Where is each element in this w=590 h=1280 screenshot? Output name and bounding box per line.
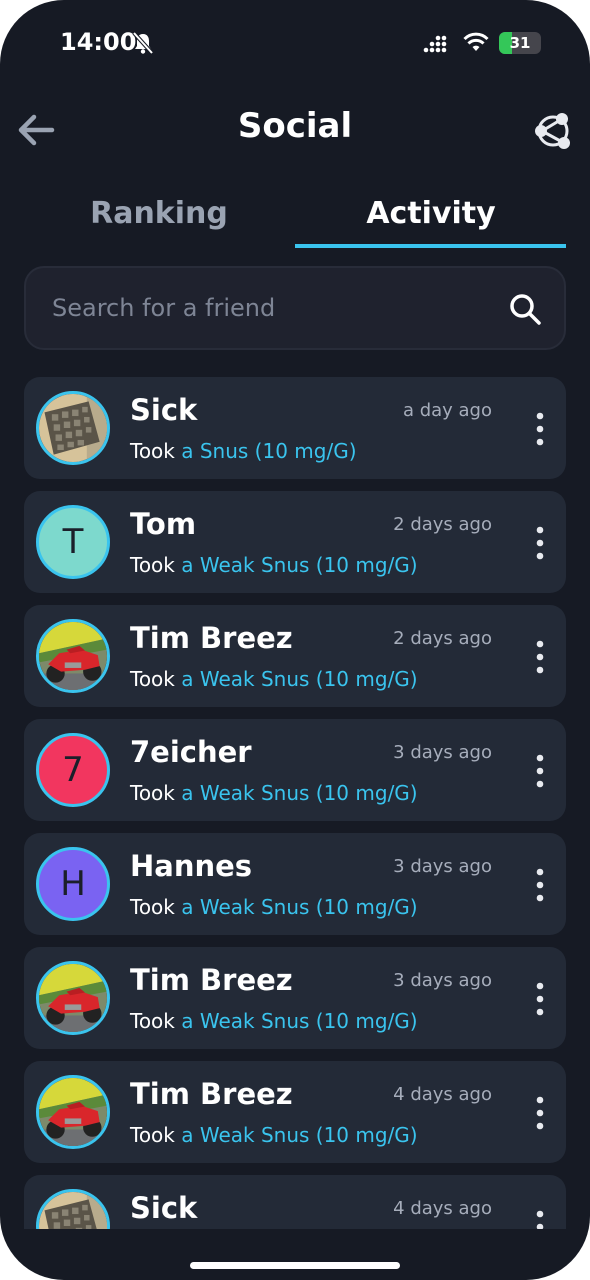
search-icon[interactable] bbox=[508, 292, 542, 326]
avatar[interactable]: T bbox=[36, 505, 110, 579]
avatar[interactable]: H bbox=[36, 847, 110, 921]
activity-action: Took bbox=[130, 781, 175, 805]
activity-description: Took a Weak Snus (10 mg/G) bbox=[130, 1123, 418, 1147]
avatar-initial: T bbox=[62, 522, 84, 562]
home-indicator[interactable] bbox=[190, 1262, 400, 1269]
user-name: 7eicher bbox=[130, 735, 252, 769]
status-bar: 14:00 31 bbox=[0, 0, 590, 90]
more-options-icon[interactable] bbox=[532, 867, 548, 903]
product-link[interactable]: a Weak Snus (10 mg/G) bbox=[181, 667, 417, 691]
avatar[interactable] bbox=[36, 619, 110, 693]
tab-activity[interactable]: Activity bbox=[296, 196, 566, 248]
avatar[interactable] bbox=[36, 1075, 110, 1149]
product-link[interactable]: a Weak Snus (10 mg/G) bbox=[181, 1123, 417, 1147]
activity-action: Took bbox=[130, 439, 175, 463]
more-options-icon[interactable] bbox=[532, 1209, 548, 1229]
user-name: Sick bbox=[130, 1191, 198, 1225]
activity-time: 2 days ago bbox=[393, 628, 492, 649]
activity-description: Took a Weak Snus (10 mg/G) bbox=[130, 667, 418, 691]
activity-time: 4 days ago bbox=[393, 1198, 492, 1219]
page-title: Social bbox=[237, 106, 353, 146]
activity-card[interactable]: Tim Breez 4 days ago Took a Weak Snus (10 … bbox=[24, 1061, 566, 1163]
avatar-photo bbox=[39, 622, 107, 690]
user-name: Hannes bbox=[130, 849, 253, 883]
search-bar bbox=[24, 266, 566, 350]
wifi-icon bbox=[463, 32, 489, 51]
activity-feed: Sick a day ago Took a Snus (10 mg/G) T Tom 2 … bbox=[24, 377, 566, 1229]
more-options-icon[interactable] bbox=[532, 639, 548, 675]
avatar-photo bbox=[39, 1078, 107, 1146]
product-link[interactable]: a Weak Snus (10 mg/G) bbox=[181, 553, 417, 577]
activity-card[interactable]: Sick4 days agoTook a Snus (10 mg/G) bbox=[24, 1175, 566, 1229]
activity-description: Took a Weak Snus (10 mg/G) bbox=[130, 1009, 418, 1033]
avatar-photo bbox=[39, 964, 107, 1032]
activity-card[interactable]: H Hannes 3 days ago Took a Weak Snus (10 mg… bbox=[24, 833, 566, 935]
avatar-initial: 7 bbox=[62, 750, 84, 790]
activity-action: Took bbox=[130, 667, 175, 691]
user-name: Tim Breez bbox=[130, 963, 293, 997]
avatar-photo bbox=[39, 394, 107, 462]
activity-description: Took a Snus (10 mg/G) bbox=[130, 439, 357, 463]
activity-action: Took bbox=[130, 895, 175, 919]
activity-card[interactable]: T Tom 2 days ago Took a Weak Snus (10 mg/G) bbox=[24, 491, 566, 593]
cellular-signal-icon bbox=[423, 35, 447, 53]
phone-screen: 14:00 31 Social Ranking Activity Search … bbox=[0, 0, 590, 1280]
avatar[interactable] bbox=[36, 391, 110, 465]
activity-description: Took a Weak Snus (10 mg/G) bbox=[130, 553, 418, 577]
activity-action: Took bbox=[130, 1123, 175, 1147]
activity-time: 2 days ago bbox=[393, 514, 492, 535]
activity-card[interactable]: 7 7eicher 3 days ago Took a Weak Snus (10 m… bbox=[24, 719, 566, 821]
share-icon[interactable] bbox=[532, 110, 574, 152]
avatar-initial: H bbox=[60, 864, 86, 904]
tab-ranking[interactable]: Ranking bbox=[24, 196, 294, 248]
more-options-icon[interactable] bbox=[532, 1095, 548, 1131]
active-tab-indicator bbox=[295, 244, 566, 248]
user-name: Tom bbox=[130, 507, 197, 541]
activity-card[interactable]: Tim Breez 2 days ago Took a Weak Snus (10 … bbox=[24, 605, 566, 707]
activity-description: Took a Weak Snus (10 mg/G) bbox=[130, 895, 418, 919]
activity-card[interactable]: Tim Breez 3 days ago Took a Weak Snus (10 … bbox=[24, 947, 566, 1049]
avatar-photo bbox=[39, 1192, 107, 1229]
activity-action: Took bbox=[130, 553, 175, 577]
status-time: 14:00 bbox=[60, 28, 137, 56]
activity-time: 3 days ago bbox=[393, 970, 492, 991]
user-name: Sick bbox=[130, 393, 198, 427]
more-options-icon[interactable] bbox=[532, 753, 548, 789]
more-options-icon[interactable] bbox=[532, 411, 548, 447]
activity-time: 3 days ago bbox=[393, 742, 492, 763]
product-link[interactable]: a Weak Snus (10 mg/G) bbox=[181, 781, 417, 805]
user-name: Tim Breez bbox=[130, 621, 293, 655]
bell-muted-icon bbox=[132, 31, 154, 55]
avatar[interactable] bbox=[36, 961, 110, 1035]
activity-description: Took a Weak Snus (10 mg/G) bbox=[130, 781, 418, 805]
search-input[interactable] bbox=[52, 288, 482, 328]
product-link[interactable]: a Weak Snus (10 mg/G) bbox=[181, 895, 417, 919]
product-link[interactable]: a Weak Snus (10 mg/G) bbox=[181, 1009, 417, 1033]
activity-time: a day ago bbox=[402, 400, 492, 421]
more-options-icon[interactable] bbox=[532, 525, 548, 561]
product-link[interactable]: a Snus (10 mg/G) bbox=[181, 439, 356, 463]
activity-card[interactable]: Sick a day ago Took a Snus (10 mg/G) bbox=[24, 377, 566, 479]
avatar[interactable]: 7 bbox=[36, 733, 110, 807]
activity-time: 3 days ago bbox=[393, 856, 492, 877]
battery-indicator: 31 bbox=[499, 32, 541, 54]
more-options-icon[interactable] bbox=[532, 981, 548, 1017]
activity-action: Took bbox=[130, 1009, 175, 1033]
user-name: Tim Breez bbox=[130, 1077, 293, 1111]
battery-percentage: 31 bbox=[509, 34, 531, 52]
avatar[interactable] bbox=[36, 1189, 110, 1229]
activity-time: 4 days ago bbox=[393, 1084, 492, 1105]
